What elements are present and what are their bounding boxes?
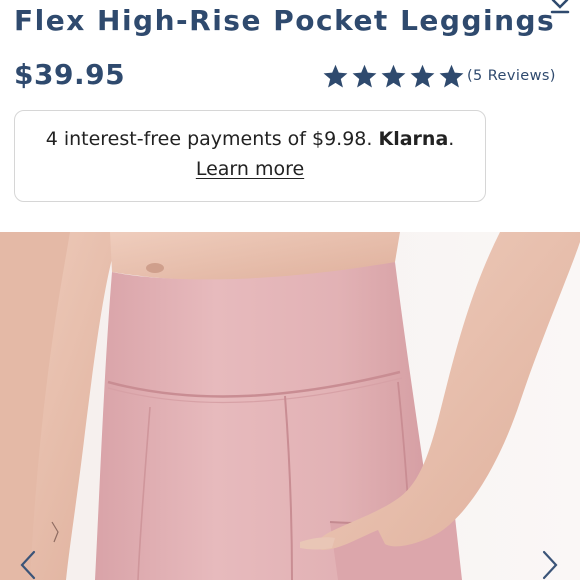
klarna-period: . <box>448 128 455 150</box>
learn-more-link[interactable]: Learn more <box>196 158 304 180</box>
star-icon <box>410 64 435 88</box>
rating-stars <box>321 63 466 90</box>
menu-icon[interactable] <box>548 0 572 16</box>
rating[interactable]: (5 Reviews) <box>321 62 556 90</box>
chevron-right-icon[interactable] <box>538 550 562 580</box>
star-icon <box>323 64 348 88</box>
reviews-link[interactable]: (5 Reviews) <box>467 68 556 84</box>
star-icon <box>439 64 464 88</box>
klarna-payments-text: 4 interest-free payments of $9.98. <box>45 128 373 150</box>
star-icon <box>381 64 406 88</box>
klarna-banner: 4 interest-free payments of $9.98. Klarn… <box>14 110 486 202</box>
product-title: Flex High-Rise Pocket Leggings <box>14 4 556 37</box>
star-icon <box>352 64 377 88</box>
chevron-left-icon[interactable] <box>16 550 40 580</box>
klarna-message: 4 interest-free payments of $9.98. Klarn… <box>15 128 485 150</box>
product-image[interactable] <box>0 232 580 580</box>
klarna-logo-text: Klarna <box>378 128 449 150</box>
leggings-photo <box>0 232 580 580</box>
product-price: $39.95 <box>14 58 126 91</box>
